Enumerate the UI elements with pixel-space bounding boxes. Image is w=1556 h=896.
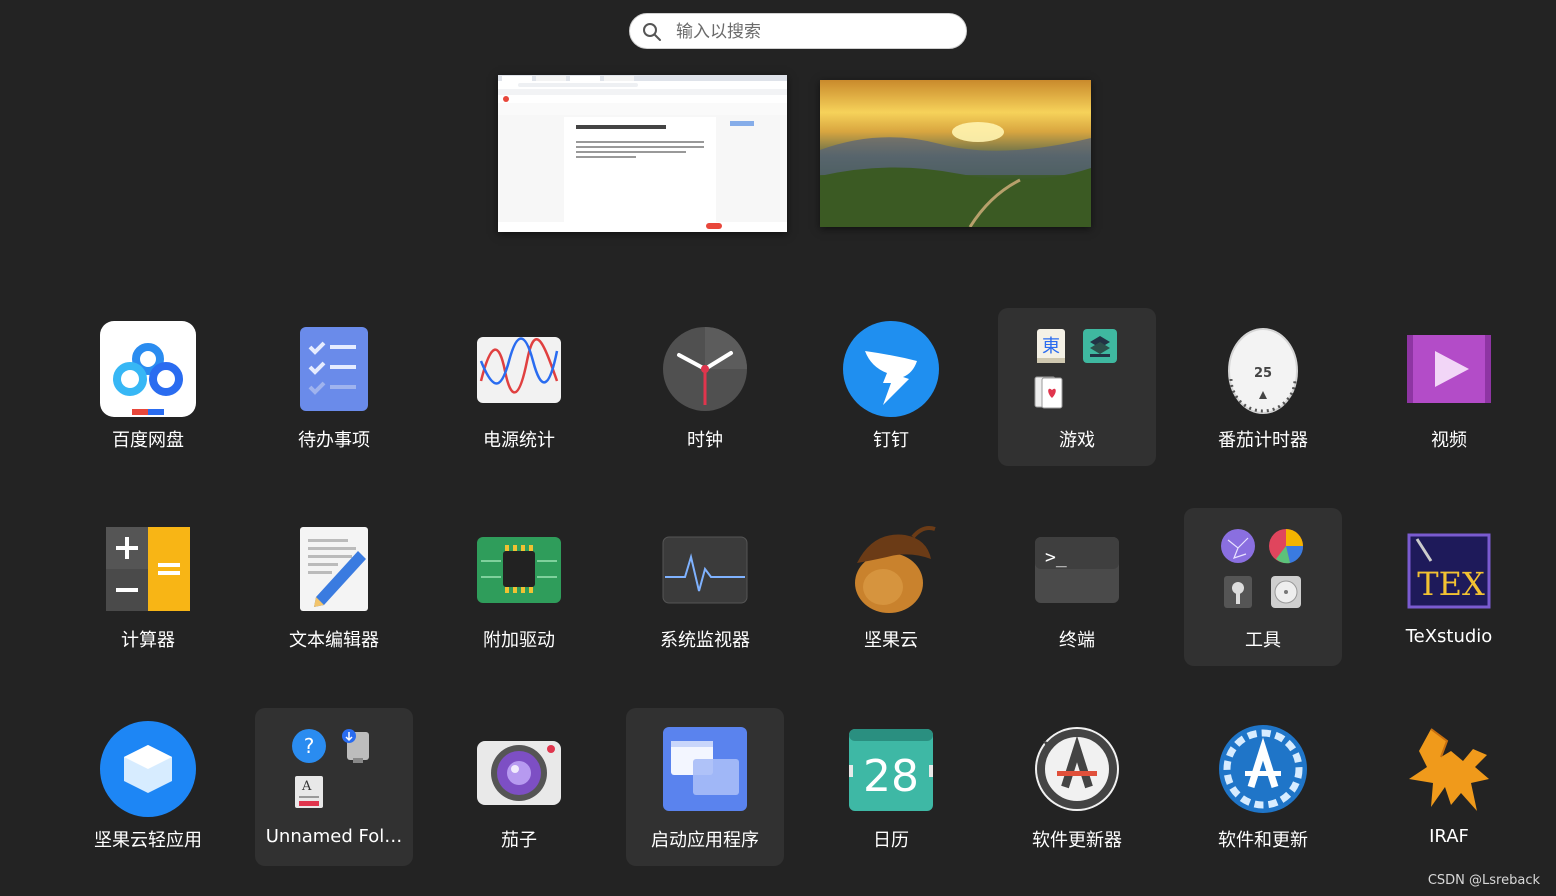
app-startup-apps[interactable]: 启动应用程序 (626, 708, 784, 866)
app-calendar[interactable]: 28 日历 (812, 708, 970, 866)
iraf-icon (1401, 721, 1497, 817)
app-texstudio[interactable]: TEX TeXstudio (1370, 508, 1528, 666)
app-tomato-timer[interactable]: 25 番茄计时器 (1184, 308, 1342, 466)
folder-games[interactable]: 東 游戏 (998, 308, 1156, 466)
wallpaper-window-preview[interactable] (820, 80, 1091, 227)
additional-drivers-icon (471, 521, 567, 617)
app-todo[interactable]: 待办事项 (255, 308, 413, 466)
app-clock[interactable]: 时钟 (626, 308, 784, 466)
app-label: 附加驱动 (483, 630, 555, 651)
solitaire-icon (1034, 374, 1070, 410)
todo-icon (286, 321, 382, 417)
svg-text:>_: >_ (1045, 547, 1067, 568)
passwords-keys-icon (1220, 574, 1256, 610)
app-label: 文本编辑器 (289, 630, 379, 651)
app-label: Unnamed Fol… (265, 826, 403, 847)
svg-text:25: 25 (1254, 366, 1272, 381)
texstudio-icon: TEX (1401, 521, 1497, 617)
app-label: 计算器 (121, 630, 175, 651)
app-label: 软件和更新 (1218, 830, 1308, 851)
app-label: 电源统计 (483, 430, 555, 451)
software-updater-icon (1029, 721, 1125, 817)
app-label: 软件更新器 (1032, 830, 1122, 851)
app-label: 钉钉 (873, 430, 909, 451)
app-label: 坚果云轻应用 (94, 830, 202, 851)
folder-utilities[interactable]: 工具 (1184, 508, 1342, 666)
app-additional-drivers[interactable]: 附加驱动 (440, 508, 598, 666)
app-label: IRAF (1429, 826, 1469, 847)
app-label: 坚果云 (864, 630, 918, 651)
nutstore-lite-icon (100, 721, 196, 817)
svg-text:A: A (301, 779, 312, 794)
app-nutstore-lite[interactable]: 坚果云轻应用 (69, 708, 227, 866)
app-software-updater[interactable]: 软件更新器 (998, 708, 1156, 866)
app-label: TeXstudio (1405, 626, 1493, 647)
app-power-statistics[interactable]: 电源统计 (440, 308, 598, 466)
app-label: 日历 (873, 830, 909, 851)
search-bar[interactable] (629, 13, 967, 49)
software-and-updates-icon (1215, 721, 1311, 817)
app-label: 百度网盘 (112, 430, 184, 451)
calendar-icon: 28 (843, 721, 939, 817)
app-label: 启动应用程序 (651, 830, 759, 851)
app-label: 番茄计时器 (1218, 430, 1308, 451)
search-icon (642, 22, 662, 42)
baidu-netdisk-icon (100, 321, 196, 417)
terminal-icon: >_ (1029, 521, 1125, 617)
app-terminal[interactable]: >_ 终端 (998, 508, 1156, 666)
power-statistics-icon (471, 321, 567, 417)
nutstore-icon (843, 521, 939, 617)
app-calculator[interactable]: 计算器 (69, 508, 227, 666)
app-label: 工具 (1245, 630, 1281, 651)
disks-icon (1268, 574, 1304, 610)
app-label: 待办事项 (298, 430, 370, 451)
system-monitor-icon (657, 521, 753, 617)
constellation-icon (1220, 528, 1256, 564)
app-label: 时钟 (687, 430, 723, 451)
app-label: 茄子 (501, 830, 537, 851)
game-tiles-icon (1082, 328, 1118, 364)
app-software-and-updates[interactable]: 软件和更新 (1184, 708, 1342, 866)
watermark: CSDN @Lsreback (1427, 873, 1540, 888)
app-label: 游戏 (1059, 430, 1095, 451)
usb-creator-icon (339, 728, 375, 764)
clock-icon (657, 321, 753, 417)
font-viewer-icon: A (291, 774, 327, 810)
svg-text:TEX: TEX (1417, 565, 1485, 603)
startup-apps-icon (657, 721, 753, 817)
cheese-icon (471, 721, 567, 817)
app-label: 系统监视器 (660, 630, 750, 651)
svg-text:?: ? (304, 734, 315, 758)
app-label: 视频 (1431, 430, 1467, 451)
disk-usage-icon (1268, 528, 1304, 564)
app-baidu-netdisk[interactable]: 百度网盘 (69, 308, 227, 466)
mahjongg-icon: 東 (1034, 328, 1070, 364)
videos-icon (1401, 321, 1497, 417)
app-label: 终端 (1059, 630, 1095, 651)
folder-unnamed[interactable]: ? A Unnamed Fol… (255, 708, 413, 866)
svg-text:東: 東 (1042, 336, 1060, 357)
app-system-monitor[interactable]: 系统监视器 (626, 508, 784, 666)
svg-text:28: 28 (863, 751, 919, 802)
app-text-editor[interactable]: 文本编辑器 (255, 508, 413, 666)
text-editor-icon (286, 521, 382, 617)
app-cheese[interactable]: 茄子 (440, 708, 598, 866)
help-icon: ? (291, 728, 327, 764)
dingtalk-icon (843, 321, 939, 417)
app-dingtalk[interactable]: 钉钉 (812, 308, 970, 466)
calculator-icon (100, 521, 196, 617)
search-input[interactable] (674, 18, 958, 46)
tomato-timer-icon: 25 (1215, 321, 1311, 417)
app-nutstore[interactable]: 坚果云 (812, 508, 970, 666)
app-videos[interactable]: 视频 (1370, 308, 1528, 466)
app-iraf[interactable]: IRAF (1370, 708, 1528, 866)
browser-window-preview[interactable] (498, 75, 787, 232)
